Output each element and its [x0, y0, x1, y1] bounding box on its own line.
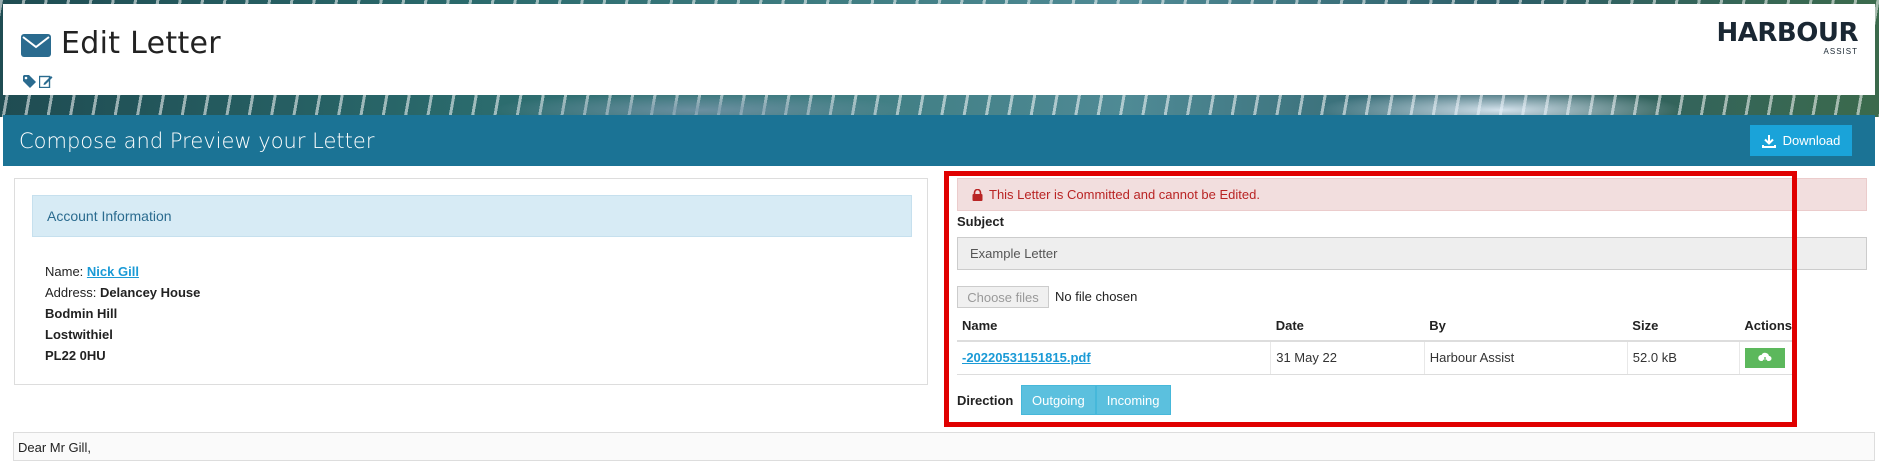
- lock-icon: [972, 188, 983, 201]
- address-label: Address:: [45, 285, 97, 300]
- table-header-row: Name Date By Size Actions: [957, 311, 1797, 342]
- column-header[interactable]: Name: [957, 311, 1271, 342]
- download-button[interactable]: Download: [1750, 125, 1852, 156]
- edit-icon[interactable]: [39, 74, 53, 88]
- table-row: -20220531151815.pdf 31 May 22 Harbour As…: [957, 341, 1797, 375]
- page-header: Edit Letter HARBOUR ASSIST: [3, 4, 1875, 95]
- compose-panel: Compose and Preview your Letter Download…: [3, 115, 1875, 461]
- file-name-link[interactable]: -20220531151815.pdf: [962, 350, 1091, 365]
- cloud-download-icon: [1758, 352, 1772, 363]
- panel-header: Compose and Preview your Letter Download: [3, 115, 1875, 166]
- subject-input[interactable]: [957, 237, 1867, 270]
- envelope-icon: [21, 34, 51, 57]
- page-title: Edit Letter: [61, 26, 221, 61]
- file-size: 52.0 kB: [1626, 341, 1740, 375]
- choose-files-button[interactable]: Choose files: [957, 286, 1049, 308]
- attachments-table: Name Date By Size Actions -2022053115181…: [957, 311, 1797, 375]
- address-line: PL22 0HU: [45, 348, 106, 363]
- file-date: 31 May 22: [1270, 341, 1425, 375]
- alert-text: This Letter is Committed and cannot be E…: [989, 187, 1260, 202]
- panel-title: Compose and Preview your Letter: [19, 129, 375, 153]
- subject-label: Subject: [957, 214, 1004, 229]
- download-label: Download: [1782, 133, 1841, 148]
- address-line: Delancey House: [99, 285, 201, 300]
- direction-incoming-button[interactable]: Incoming: [1095, 385, 1171, 415]
- name-label: Name:: [45, 264, 84, 279]
- account-details: Name: Nick Gill Address: Delancey House …: [45, 261, 200, 366]
- direction-label: Direction: [957, 393, 1014, 408]
- letter-greeting: Dear Mr Gill,: [18, 440, 91, 455]
- address-line: Lostwithiel: [45, 327, 113, 342]
- column-header: Actions: [1739, 311, 1797, 342]
- account-info-heading: Account Information: [32, 195, 912, 237]
- harbour-assist-logo: HARBOUR ASSIST: [1716, 18, 1859, 56]
- direction-toggle-group: Outgoing Incoming: [1021, 385, 1171, 415]
- committed-alert: This Letter is Committed and cannot be E…: [957, 178, 1867, 211]
- download-icon: [1761, 134, 1776, 148]
- account-info-box: Account Information Name: Nick Gill Addr…: [14, 178, 928, 385]
- file-download-button[interactable]: [1744, 347, 1785, 368]
- file-author: Harbour Assist: [1423, 341, 1628, 375]
- letter-editor[interactable]: Dear Mr Gill,: [13, 432, 1875, 461]
- tag-icon[interactable]: [23, 75, 36, 88]
- column-header[interactable]: By: [1424, 311, 1628, 342]
- file-status: No file chosen: [1055, 289, 1138, 304]
- address-line: Bodmin Hill: [45, 306, 118, 321]
- column-header[interactable]: Size: [1627, 311, 1740, 342]
- direction-outgoing-button[interactable]: Outgoing: [1021, 385, 1096, 415]
- column-header[interactable]: Date: [1270, 311, 1425, 342]
- account-name-link[interactable]: Nick Gill: [87, 264, 139, 279]
